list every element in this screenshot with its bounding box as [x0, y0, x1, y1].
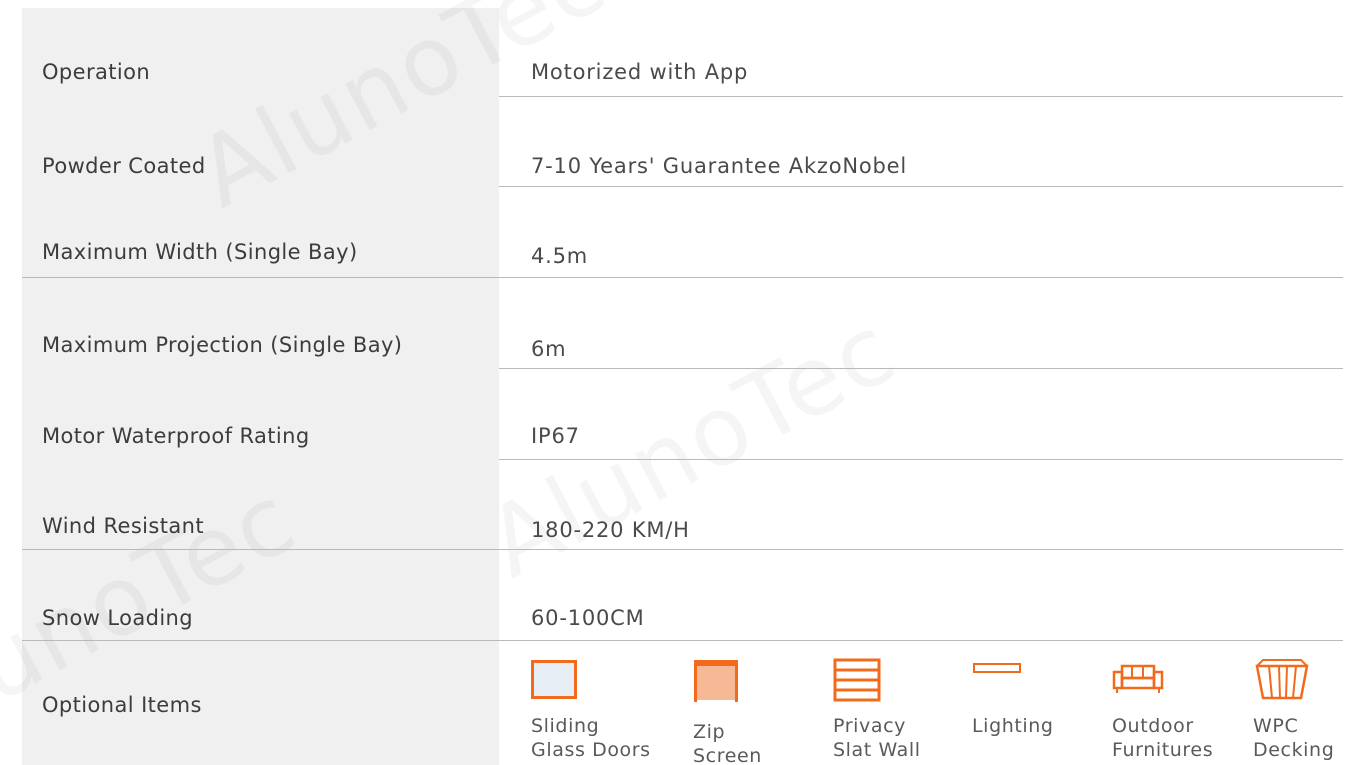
spec-value: 180-220 KM/H [531, 518, 690, 542]
optional-item-line1: WPC [1253, 715, 1299, 737]
optional-item: Zip Screen [693, 658, 823, 765]
optional-item: Privacy Slat Wall [833, 658, 963, 765]
optional-item-line1: Zip [693, 721, 726, 743]
optional-item-line2: Glass Doors [531, 739, 651, 761]
row-divider [499, 96, 1343, 97]
optional-item: WPC Decking [1253, 658, 1353, 765]
spec-value: 4.5m [531, 244, 589, 268]
optional-item-line1: Privacy [833, 715, 906, 737]
decking-icon [1255, 659, 1309, 700]
optional-item-line1: Outdoor [1112, 715, 1194, 737]
row-divider [22, 549, 1343, 550]
spec-value: 6m [531, 337, 567, 361]
spec-value: IP67 [531, 424, 580, 448]
spec-label: Motor Waterproof Rating [42, 424, 310, 448]
row-divider [22, 277, 1343, 278]
optional-item-line2: Slat Wall [833, 739, 921, 761]
optional-item-line2: Screen [693, 745, 762, 765]
optional-item-line2: Furnitures [1112, 739, 1214, 761]
optional-item: Outdoor Furnitures [1112, 658, 1242, 765]
row-divider [499, 459, 1343, 460]
spec-label: Wind Resistant [42, 514, 204, 538]
slat-wall-icon [833, 658, 881, 702]
spec-label: Operation [42, 60, 151, 84]
spec-value: Motorized with App [531, 60, 749, 84]
sliding-door-icon [531, 660, 577, 699]
spec-table-page: AlunoTec AlunoTec AlunoTec Operation Mot… [0, 0, 1361, 765]
spec-value: 60-100CM [531, 606, 645, 630]
spec-label: Maximum Width (Single Bay) [42, 240, 358, 264]
label-column-background [22, 8, 499, 765]
optional-item-line1: Lighting [972, 715, 1054, 737]
spec-label: Snow Loading [42, 606, 193, 630]
spec-label: Optional Items [42, 693, 202, 717]
row-divider [499, 186, 1343, 187]
row-divider [22, 640, 1343, 641]
sofa-icon [1112, 664, 1164, 693]
zip-screen-icon [694, 660, 738, 702]
optional-item-line2: Decking [1253, 739, 1335, 761]
row-divider [499, 368, 1343, 369]
optional-item-line1: Sliding [531, 715, 600, 737]
spec-label: Powder Coated [42, 154, 206, 178]
lighting-icon [973, 663, 1021, 673]
spec-value: 7-10 Years' Guarantee AkzoNobel [531, 154, 908, 178]
spec-label: Maximum Projection (Single Bay) [42, 333, 403, 357]
optional-item: Sliding Glass Doors [531, 658, 661, 765]
optional-item: Lighting [972, 658, 1102, 765]
